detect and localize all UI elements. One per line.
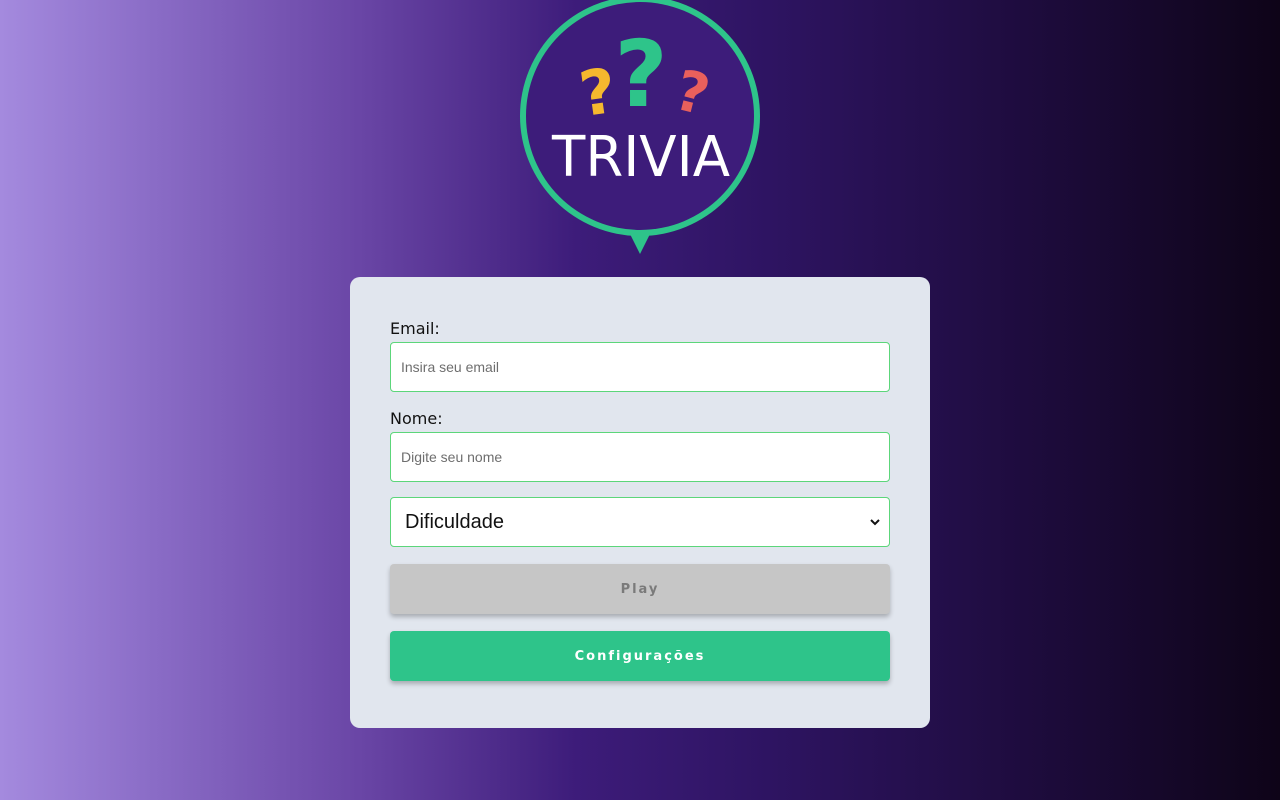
difficulty-selected-value: Dificuldade [405,510,504,533]
settings-button[interactable]: Configurações [390,631,890,681]
name-input[interactable] [390,432,890,482]
login-card: Email: Nome: Dificuldade Play Configuraç… [350,277,930,728]
email-input[interactable] [390,342,890,392]
svg-text:?: ? [614,21,667,128]
trivia-logo: ? ? ? TRIVIA [520,0,760,254]
logo-wordmark: TRIVIA [551,125,730,190]
play-button[interactable]: Play [390,564,890,614]
chevron-down-icon [870,519,880,526]
name-label: Nome: [390,409,443,428]
email-label: Email: [390,319,440,338]
difficulty-select[interactable]: Dificuldade [390,497,890,547]
